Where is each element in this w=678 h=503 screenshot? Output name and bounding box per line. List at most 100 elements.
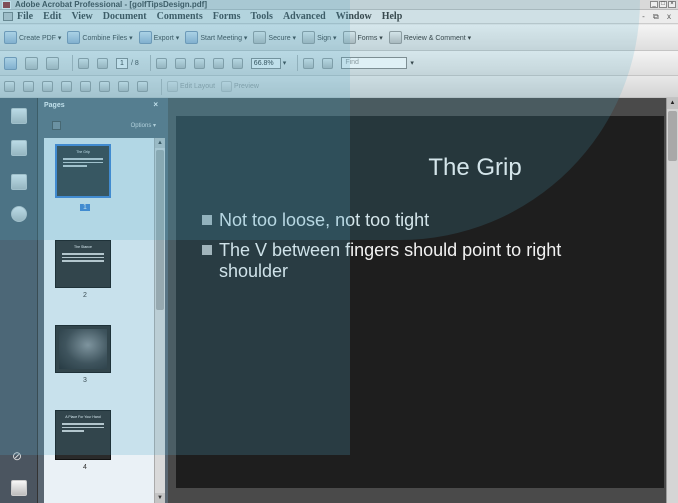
export-icon xyxy=(138,31,152,44)
export-button[interactable]: Export ▾ xyxy=(138,31,179,44)
page-number-input[interactable]: 1 xyxy=(116,57,128,69)
menu-advanced[interactable]: Advanced xyxy=(283,11,326,22)
slide-title: The Grip xyxy=(428,154,522,181)
next-page-button[interactable] xyxy=(97,57,110,69)
pages-panel-icon[interactable] xyxy=(11,108,27,124)
zoom-level-input[interactable]: 66.8% xyxy=(250,57,281,69)
page-thumbnail-1[interactable]: The Grip xyxy=(55,144,111,198)
menu-forms[interactable]: Forms xyxy=(213,11,241,22)
speech-bubble-icon xyxy=(388,31,402,44)
comments-icon[interactable] xyxy=(11,480,27,496)
thumbnail-text-line xyxy=(63,158,103,160)
scroll-up-arrow-icon[interactable]: ▲ xyxy=(155,138,165,148)
document-scrollbar[interactable]: ▲ xyxy=(666,98,678,503)
forms-icon xyxy=(342,31,356,44)
signatures-icon[interactable] xyxy=(11,174,27,190)
fit-page-button[interactable] xyxy=(322,57,335,69)
magnifier-icon xyxy=(193,57,205,69)
page-total-label: / 8 xyxy=(131,59,139,67)
menu-document[interactable]: Document xyxy=(103,11,147,22)
menu-window[interactable]: Window xyxy=(336,11,372,22)
page-options-icon[interactable] xyxy=(52,121,61,130)
find-dropdown[interactable]: ▾ xyxy=(410,59,414,67)
acrobat-app-icon xyxy=(2,0,11,9)
minus-circle-icon xyxy=(212,57,224,69)
title-bar: Adobe Acrobat Professional - [golfTipsDe… xyxy=(0,0,678,10)
forms-button[interactable]: Forms ▾ xyxy=(342,31,383,44)
menu-help[interactable]: Help xyxy=(382,11,403,22)
hand-tool-button[interactable] xyxy=(174,57,188,69)
sign-button[interactable]: Sign ▾ xyxy=(302,31,337,44)
bullet-text: The V between fingers should point to ri… xyxy=(219,240,562,281)
arrow-down-icon xyxy=(97,57,108,69)
signature-field-icon xyxy=(118,81,129,92)
scroll-down-arrow-icon[interactable]: ▼ xyxy=(155,493,165,503)
create-pdf-button[interactable]: Create PDF ▾ xyxy=(4,31,61,44)
zoom-dropdown[interactable]: ▾ xyxy=(283,59,287,67)
pages-panel-header: Pages × xyxy=(38,98,168,112)
radio-button-tool-button[interactable] xyxy=(80,81,93,92)
review-comment-button[interactable]: Review & Comment ▾ xyxy=(388,31,471,44)
menu-tools[interactable]: Tools xyxy=(251,11,273,22)
page-thumbnail-2[interactable]: The Stance xyxy=(55,240,111,288)
pages-panel-close-button[interactable]: × xyxy=(153,100,158,109)
zoom-out-button[interactable] xyxy=(212,57,226,69)
start-meeting-button[interactable]: Start Meeting ▾ xyxy=(185,31,247,44)
maximize-button[interactable]: □ xyxy=(659,1,667,8)
print-button[interactable] xyxy=(25,56,40,70)
open-folder-icon xyxy=(4,56,17,70)
find-input[interactable]: Find xyxy=(341,57,408,69)
document-icon[interactable] xyxy=(3,12,13,21)
radio-button-icon xyxy=(80,81,91,92)
thumbnail-text-line xyxy=(62,423,104,425)
menu-edit[interactable]: Edit xyxy=(43,11,61,22)
preview-button[interactable]: Preview xyxy=(221,81,259,92)
pages-options-button[interactable]: Options ▾ xyxy=(131,122,156,129)
fit-width-button[interactable] xyxy=(303,57,316,69)
pages-panel-scrollbar[interactable]: ▲ ▼ xyxy=(154,138,165,503)
pages-panel: Pages × Options ▾ The Grip 1 The Stance … xyxy=(38,98,168,503)
zoom-tool-button[interactable] xyxy=(193,57,207,69)
printer-icon xyxy=(25,56,38,70)
hand-icon xyxy=(174,57,186,69)
menu-bar: File Edit View Document Comments Forms T… xyxy=(0,10,678,24)
close-button[interactable]: × xyxy=(668,1,676,8)
bookmarks-icon[interactable] xyxy=(11,140,27,156)
thumbnail-text-line xyxy=(62,253,104,255)
combo-box-tool-button[interactable] xyxy=(42,81,55,92)
minimize-button[interactable]: _ xyxy=(650,1,658,8)
document-window-controls[interactable]: - ⧉ x xyxy=(642,12,674,22)
attachments-icon[interactable] xyxy=(11,206,27,222)
push-button-tool-button[interactable] xyxy=(99,81,112,92)
barcode-tool-button[interactable] xyxy=(137,81,150,92)
toolbar-separator xyxy=(72,55,73,71)
navigation-toolbar: 1 / 8 66.8% ▾ Find ▾ xyxy=(0,51,678,76)
scrollbar-thumb[interactable] xyxy=(156,150,164,310)
edit-layout-button[interactable]: Edit Layout xyxy=(167,81,215,92)
menu-view[interactable]: View xyxy=(71,11,92,22)
secure-button[interactable]: Secure ▾ xyxy=(253,31,296,44)
email-button[interactable] xyxy=(46,56,61,70)
cursor-icon xyxy=(155,57,167,69)
thumbnail-text-line xyxy=(62,256,104,258)
paperclip-icon[interactable]: ⊘ xyxy=(11,448,27,464)
open-button[interactable] xyxy=(4,56,19,70)
zoom-in-button[interactable] xyxy=(231,57,245,69)
combine-files-button[interactable]: Combine Files ▾ xyxy=(67,31,133,44)
menu-file[interactable]: File xyxy=(17,11,33,22)
scroll-up-arrow-icon[interactable]: ▲ xyxy=(667,98,678,109)
digital-signature-tool-button[interactable] xyxy=(118,81,131,92)
list-box-tool-button[interactable] xyxy=(61,81,74,92)
lock-icon xyxy=(253,31,267,44)
scrollbar-thumb[interactable] xyxy=(668,111,677,161)
page-thumbnail-4[interactable]: A Place For Your Hand xyxy=(55,410,111,460)
previous-page-button[interactable] xyxy=(78,57,91,69)
menu-comments[interactable]: Comments xyxy=(157,11,203,22)
page-thumbnail-3[interactable] xyxy=(55,325,111,373)
checkbox-tool-button[interactable] xyxy=(23,81,36,92)
text-field-tool-button[interactable] xyxy=(4,81,17,92)
thumbnail-text-line xyxy=(63,165,87,167)
window-controls: _ □ × xyxy=(650,1,676,8)
select-tool-button[interactable] xyxy=(155,57,169,69)
bullet-square-icon xyxy=(202,245,212,255)
